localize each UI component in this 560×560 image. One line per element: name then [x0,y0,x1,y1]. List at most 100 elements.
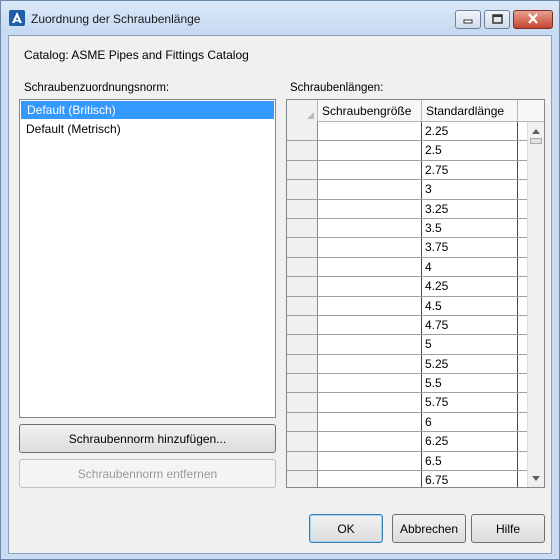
row-header-cell[interactable] [287,451,318,471]
standard-length-cell[interactable]: 5.25 [422,354,518,374]
bolt-size-cell[interactable] [318,374,422,393]
bolt-size-cell[interactable] [318,354,422,374]
window-title: Zuordnung der Schraubenlänge [31,12,201,26]
row-header-cell[interactable] [287,257,318,277]
row-header-cell[interactable] [287,374,318,393]
row-header-cell[interactable] [287,471,318,487]
help-button[interactable]: Hilfe [471,514,545,543]
bolt-size-cell[interactable] [318,412,422,432]
table-row[interactable]: 6 [287,412,527,433]
standard-length-cell[interactable]: 2.75 [422,160,518,180]
row-header-cell[interactable] [287,432,318,451]
table-row[interactable]: 4.5 [287,296,527,316]
standard-length-cell[interactable]: 6.5 [422,451,518,471]
table-row[interactable]: 3.75 [287,238,527,258]
row-header-cell[interactable] [287,296,318,315]
bolt-size-cell[interactable] [318,296,422,315]
bolt-standard-list[interactable]: Default (Britisch) Default (Metrisch) [19,99,276,418]
standard-length-cell[interactable]: 2.5 [422,141,518,160]
row-header-cell[interactable] [287,218,318,238]
bolt-size-cell[interactable] [318,277,422,296]
dialog-window: Zuordnung der Schraubenlänge Catalog: AS… [0,0,560,560]
standard-length-cell[interactable]: 3.25 [422,199,518,218]
grid-corner-cell[interactable] [287,100,318,122]
minimize-button[interactable] [455,10,481,29]
bolt-size-cell[interactable] [318,432,422,451]
table-row[interactable]: 2.75 [287,160,527,181]
row-header-cell[interactable] [287,315,318,335]
table-row[interactable]: 5.75 [287,393,527,413]
table-row[interactable]: 3 [287,180,527,200]
row-header-cell[interactable] [287,122,318,141]
vertical-scrollbar[interactable] [527,122,544,487]
bolt-size-cell[interactable] [318,141,422,160]
column-header-standard-length[interactable]: Standardlänge [422,100,518,122]
ok-button[interactable]: OK [309,514,383,543]
bolt-size-cell[interactable] [318,393,422,412]
list-item-default-british[interactable]: Default (Britisch) [21,101,274,119]
standard-length-cell[interactable]: 4.5 [422,296,518,315]
row-header-cell[interactable] [287,160,318,180]
standard-length-cell[interactable]: 6.75 [422,471,518,487]
bolt-size-cell[interactable] [318,451,422,471]
table-row[interactable]: 4 [287,257,527,278]
standard-length-cell[interactable]: 5.5 [422,374,518,393]
row-header-cell[interactable] [287,412,318,432]
standard-length-cell[interactable]: 5 [422,335,518,354]
maximize-button[interactable] [484,10,510,29]
bolt-size-cell[interactable] [318,218,422,238]
row-header-cell[interactable] [287,277,318,296]
remove-standard-button[interactable]: Schraubennorm entfernen [19,459,276,488]
row-header-cell[interactable] [287,141,318,160]
row-header-cell[interactable] [287,199,318,218]
table-row[interactable]: 6.75 [287,471,527,487]
standard-length-cell[interactable]: 3 [422,180,518,199]
bolt-size-cell[interactable] [318,199,422,218]
bolt-size-cell[interactable] [318,335,422,354]
bolt-size-cell[interactable] [318,471,422,487]
add-standard-button[interactable]: Schraubennorm hinzufügen... [19,424,276,453]
table-row[interactable]: 5 [287,335,527,355]
standard-length-cell[interactable]: 6.25 [422,432,518,451]
scroll-down-icon[interactable] [532,476,540,481]
bolt-size-cell[interactable] [318,257,422,277]
table-row[interactable]: 5.25 [287,354,527,375]
row-header-cell[interactable] [287,335,318,354]
catalog-label: Catalog: ASME Pipes and Fittings Catalog [24,48,249,62]
standard-length-cell[interactable]: 2.25 [422,122,518,141]
row-header-cell[interactable] [287,393,318,412]
scroll-up-icon[interactable] [532,129,540,134]
bolt-size-cell[interactable] [318,238,422,257]
standard-length-cell[interactable]: 6 [422,412,518,432]
cancel-button[interactable]: Abbrechen [392,514,466,543]
bolt-size-cell[interactable] [318,160,422,180]
bolt-size-cell[interactable] [318,122,422,141]
standard-length-cell[interactable]: 4 [422,257,518,277]
minimize-icon [463,13,473,27]
table-row[interactable]: 6.25 [287,432,527,452]
standard-length-cell[interactable]: 4.25 [422,277,518,296]
table-row[interactable]: 6.5 [287,451,527,472]
standard-length-cell[interactable]: 4.75 [422,315,518,335]
row-header-cell[interactable] [287,180,318,199]
standard-length-cell[interactable]: 3.75 [422,238,518,257]
table-row[interactable]: 2.25 [287,122,527,142]
table-row[interactable]: 4.25 [287,277,527,297]
table-row[interactable]: 5.5 [287,374,527,394]
bolt-size-cell[interactable] [318,315,422,335]
table-row[interactable]: 3.25 [287,199,527,219]
column-header-bolt-size[interactable]: Schraubengröße [318,100,422,122]
bolt-size-cell[interactable] [318,180,422,199]
table-row[interactable]: 4.75 [287,315,527,336]
row-header-cell[interactable] [287,238,318,257]
scroll-thumb[interactable] [530,138,542,144]
dialog-client-area: Catalog: ASME Pipes and Fittings Catalog… [8,35,552,554]
standard-length-cell[interactable]: 3.5 [422,218,518,238]
table-row[interactable]: 3.5 [287,218,527,239]
table-row[interactable]: 2.5 [287,141,527,161]
bolt-lengths-grid[interactable]: Schraubengröße Standardlänge 2.25 2.5 2.75… [286,99,545,488]
standard-length-cell[interactable]: 5.75 [422,393,518,412]
close-button[interactable] [513,10,553,29]
row-header-cell[interactable] [287,354,318,374]
list-item-default-metric[interactable]: Default (Metrisch) [20,120,275,138]
